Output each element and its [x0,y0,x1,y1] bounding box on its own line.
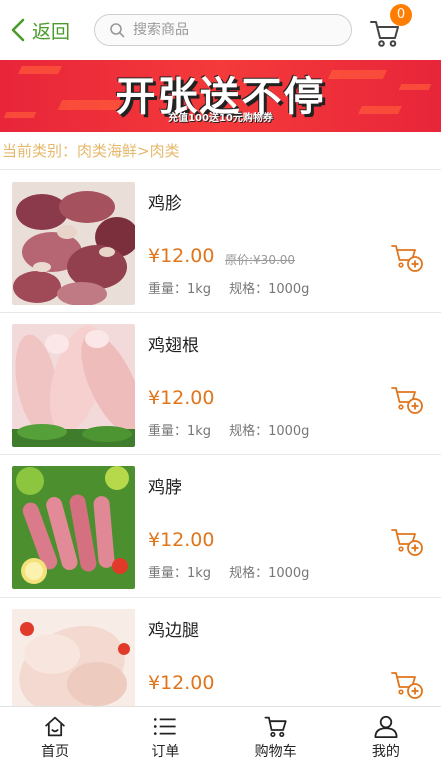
nav-mine-label: 我的 [371,744,400,760]
product-price: ¥12.00 [148,387,215,409]
product-name: 鸡边腿 [148,621,199,641]
add-cart-icon [391,245,423,272]
back-button[interactable]: 返回 [10,14,70,46]
product-price: ¥12.00 [148,529,215,551]
product-weight: 重量：1kg [148,566,212,581]
list-icon [154,718,176,735]
promo-banner[interactable]: 开张送不停 充值100送10元购物券 [0,60,441,132]
product-name: 鸡脖 [148,478,182,498]
product-spec: 规格：1000g [229,424,310,439]
product-price: ¥12.00 [148,672,215,694]
back-label: 返回 [32,20,71,43]
product-spec: 规格：1000g [229,566,310,581]
product-item[interactable]: 鸡翅根 ¥12.00 重量：1kg 规格：1000g [0,313,441,453]
page: 返回 0 开张送不停 充值100送10元购物券 当前类别：肉类海 [0,0,441,761]
add-to-cart-button[interactable] [390,241,424,275]
nav-cart-label: 购物车 [254,744,297,760]
product-item[interactable]: 鸡脖 ¥12.00 重量：1kg 规格：1000g [0,455,441,595]
nav-orders-label: 订单 [151,744,180,760]
bottom-nav: 首页 订单 购物车 我的 [0,706,441,761]
product-item[interactable]: 鸡胗 ¥12.00 原价:¥30.00 重量：1kg 规格：1000g [0,171,441,311]
nav-home-label: 首页 [41,744,70,760]
home-icon [45,716,65,737]
banner-subtitle: 充值100送10元购物券 [168,113,273,124]
product-specs: 重量：1kg 规格：1000g [148,278,309,297]
product-specs: 重量：1kg 规格：1000g [148,562,309,581]
product-price: ¥12.00 [148,245,215,267]
header: 返回 0 [0,0,441,60]
add-to-cart-button[interactable] [390,668,424,702]
add-cart-icon [391,387,423,414]
product-name: 鸡胗 [148,194,182,214]
product-weight: 重量：1kg [148,424,212,439]
product-original-price: 原价:¥30.00 [225,253,296,267]
nav-orders[interactable]: 订单 [110,707,220,761]
category-breadcrumb: 当前类别：肉类海鲜>肉类 [2,142,180,160]
nav-home[interactable]: 首页 [0,707,110,761]
add-to-cart-button[interactable] [390,525,424,559]
product-weight: 重量：1kg [148,282,212,297]
product-image-chicken-drumette [12,324,135,447]
cart-icon [264,716,287,738]
search-input[interactable] [133,22,333,38]
user-icon [374,715,398,738]
chevron-left-icon [11,18,25,42]
add-cart-icon [391,672,423,699]
nav-mine[interactable]: 我的 [331,707,441,761]
product-name: 鸡翅根 [148,336,199,356]
nav-cart[interactable]: 购物车 [221,707,331,761]
product-image-chicken-gizzard [12,182,135,305]
cart-count-badge: 0 [390,4,412,26]
product-specs: 重量：1kg 规格：1000g [148,420,309,439]
product-image-chicken-neck [12,466,135,589]
product-spec: 规格：1000g [229,282,310,297]
search-icon [110,23,125,38]
add-cart-icon [391,529,423,556]
add-to-cart-button[interactable] [390,383,424,417]
search-box[interactable] [94,14,352,46]
divider [0,169,441,170]
